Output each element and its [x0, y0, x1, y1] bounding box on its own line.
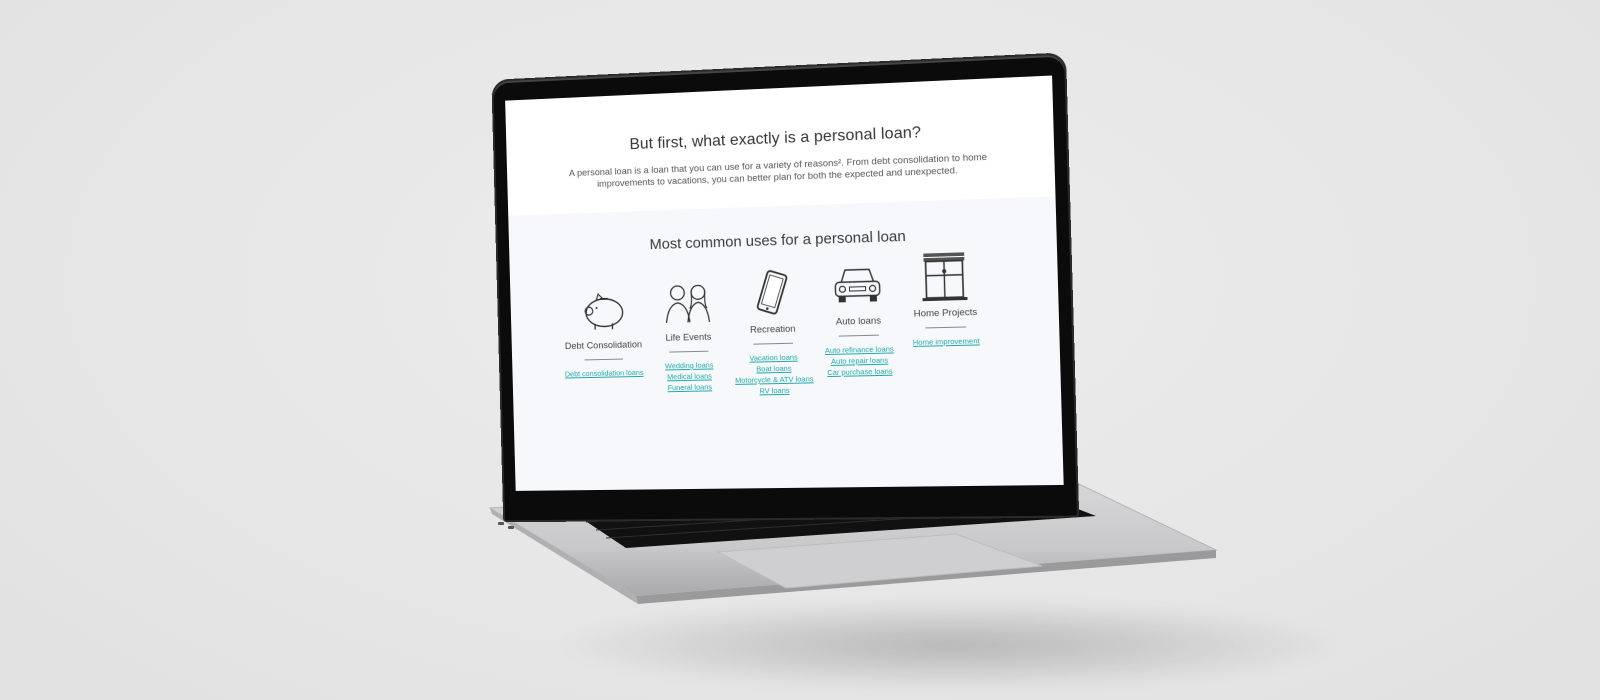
category-name: Home Projects — [913, 306, 978, 320]
laptop-bezel: But first, what exactly is a personal lo… — [491, 52, 1080, 523]
laptop-shadow — [560, 600, 1340, 690]
page-intro: A personal loan is a loan that you can u… — [568, 151, 988, 190]
phone-icon — [743, 267, 800, 318]
window-icon — [915, 252, 968, 302]
car-icon — [829, 259, 887, 303]
laptop-screen: But first, what exactly is a personal lo… — [505, 75, 1064, 491]
category-home-projects: Home Projects Home improvement — [893, 249, 998, 348]
category-divider — [584, 358, 623, 361]
link-debt-consolidation-loans[interactable]: Debt consolidation loans — [556, 367, 652, 380]
couple-icon — [659, 276, 715, 327]
link-rv-loans[interactable]: RV loans — [725, 384, 824, 397]
link-home-improvement[interactable]: Home improvement — [895, 335, 997, 349]
link-car-purchase-loans[interactable]: Car purchase loans — [810, 365, 911, 378]
category-divider — [925, 326, 967, 329]
category-divider — [753, 342, 794, 345]
category-name: Debt Consolidation — [564, 339, 643, 353]
intro-section: But first, what exactly is a personal lo… — [505, 75, 1056, 216]
category-divider — [838, 334, 879, 337]
category-debt-consolidation: Debt Consolidation Debt consolidation lo… — [554, 284, 653, 380]
laptop-lid: But first, what exactly is a personal lo… — [491, 52, 1080, 523]
uses-section: Most common uses for a personal loan Deb… — [508, 196, 1064, 491]
category-divider — [669, 350, 709, 353]
laptop-mockup-scene: But first, what exactly is a personal lo… — [0, 0, 1600, 700]
piggy-bank-icon — [575, 284, 630, 335]
